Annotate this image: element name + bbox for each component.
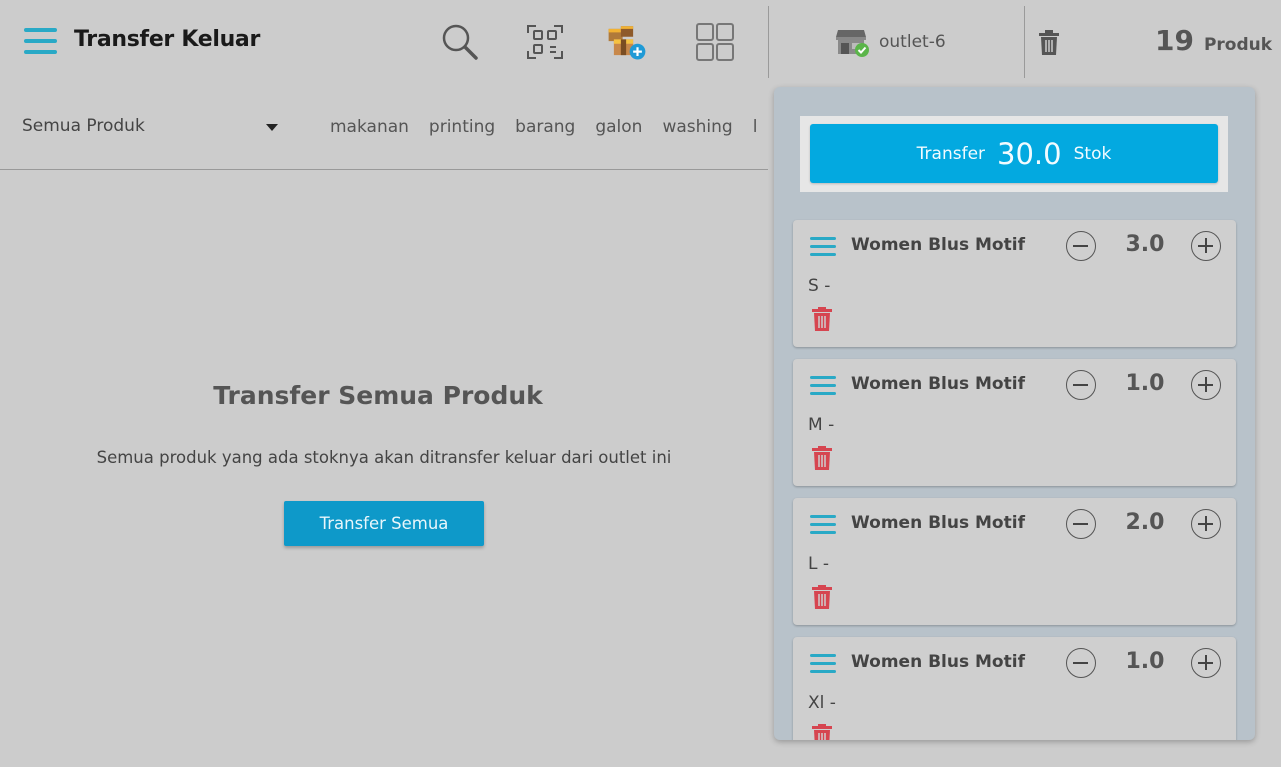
increase-qty-button[interactable] — [1191, 370, 1221, 400]
barcode-scan-icon[interactable] — [524, 21, 566, 63]
delete-item-icon[interactable] — [812, 585, 832, 609]
cart-item: Women Blus Motif 1.0 M - — [793, 359, 1236, 486]
category-dropdown[interactable]: Semua Produk — [22, 116, 282, 136]
delete-item-icon[interactable] — [812, 446, 832, 470]
grid-view-icon[interactable] — [694, 21, 736, 63]
cart-item: Women Blus Motif 3.0 S - — [793, 220, 1236, 347]
empty-state-title: Transfer Semua Produk — [213, 381, 543, 410]
decrease-qty-button[interactable] — [1066, 648, 1096, 678]
transfer-button-prefix: Transfer — [916, 143, 986, 164]
trash-icon[interactable] — [1038, 30, 1060, 56]
outlet-selector[interactable]: outlet-6 — [836, 26, 946, 58]
product-count-number: 19 — [1155, 24, 1194, 57]
transfer-button-amount: 30.0 — [997, 136, 1062, 171]
item-name: Women Blus Motif — [851, 513, 1025, 533]
transfer-button-suffix: Stok — [1073, 143, 1112, 164]
search-icon[interactable] — [438, 21, 480, 63]
item-menu-icon[interactable] — [810, 515, 836, 536]
item-variant: S - — [808, 276, 831, 296]
increase-qty-button[interactable] — [1191, 509, 1221, 539]
transfer-all-button[interactable]: Transfer Semua — [284, 501, 484, 546]
decrease-qty-button[interactable] — [1066, 370, 1096, 400]
category-dropdown-value: Semua Produk — [22, 116, 145, 136]
item-menu-icon[interactable] — [810, 654, 836, 675]
outlet-name: outlet-6 — [879, 32, 946, 52]
category-tab[interactable]: la — [753, 117, 758, 137]
item-name: Women Blus Motif — [851, 235, 1025, 255]
increase-qty-button[interactable] — [1191, 648, 1221, 678]
category-tabs: makanan printing barang galon washing la — [330, 117, 758, 137]
item-quantity: 3.0 — [1125, 232, 1165, 257]
delete-item-icon[interactable] — [812, 307, 832, 331]
cart-item: Women Blus Motif 2.0 L - — [793, 498, 1236, 625]
delete-item-icon[interactable] — [812, 724, 832, 740]
category-tab[interactable]: galon — [595, 117, 642, 137]
item-menu-icon[interactable] — [810, 376, 836, 397]
item-variant: M - — [808, 415, 835, 435]
item-name: Women Blus Motif — [851, 652, 1025, 672]
empty-state-description: Semua produk yang ada stoknya akan ditra… — [96, 448, 672, 467]
transfer-button-container: Transfer 30.0 Stok — [800, 116, 1228, 192]
decrease-qty-button[interactable] — [1066, 509, 1096, 539]
page-title: Transfer Keluar — [74, 27, 261, 52]
category-tab[interactable]: barang — [515, 117, 575, 137]
add-box-icon[interactable] — [606, 21, 648, 63]
hamburger-menu-icon[interactable] — [24, 27, 58, 55]
increase-qty-button[interactable] — [1191, 231, 1221, 261]
item-quantity: 2.0 — [1125, 510, 1165, 535]
item-variant: Xl - — [808, 693, 836, 713]
top-bar: Transfer Keluar outlet-6 19 Produk — [0, 0, 1281, 86]
header-divider — [768, 6, 769, 78]
cart-item: Women Blus Motif 1.0 Xl - — [793, 637, 1236, 740]
transfer-stock-button[interactable]: Transfer 30.0 Stok — [810, 124, 1218, 183]
category-tab[interactable]: printing — [429, 117, 495, 137]
product-count: 19 Produk — [1155, 24, 1272, 57]
category-bar: Semua Produk makanan printing barang gal… — [0, 86, 768, 170]
item-quantity: 1.0 — [1125, 649, 1165, 674]
item-variant: L - — [808, 554, 830, 574]
store-check-icon — [836, 30, 869, 57]
item-menu-icon[interactable] — [810, 237, 836, 258]
caret-down-icon — [266, 124, 278, 131]
category-tab[interactable]: washing — [662, 117, 732, 137]
item-quantity: 1.0 — [1125, 371, 1165, 396]
transfer-cart-panel: Transfer 30.0 Stok Women Blus Motif 3.0 … — [774, 87, 1255, 740]
header-divider — [1024, 6, 1025, 78]
item-name: Women Blus Motif — [851, 374, 1025, 394]
product-count-unit: Produk — [1203, 35, 1273, 55]
decrease-qty-button[interactable] — [1066, 231, 1096, 261]
category-tab[interactable]: makanan — [330, 117, 409, 137]
